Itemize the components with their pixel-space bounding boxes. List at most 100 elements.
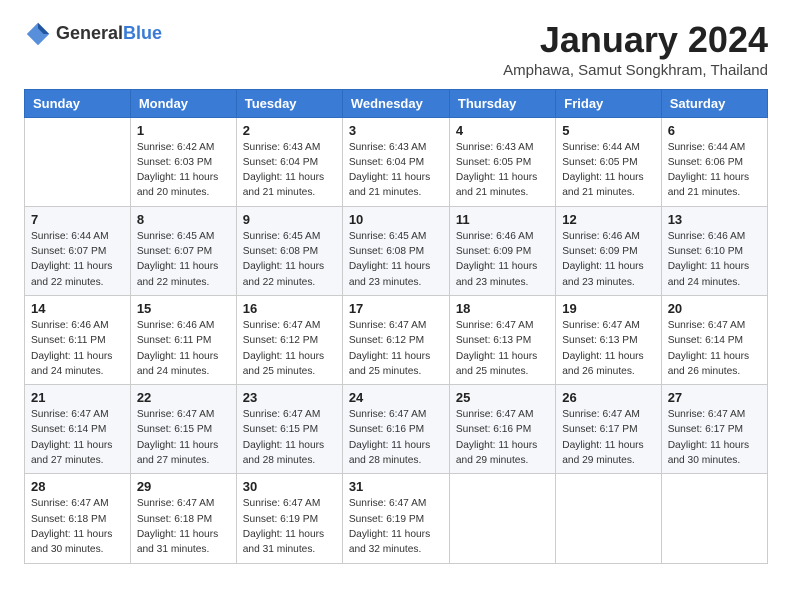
title-section: January 2024 Amphawa, Samut Songkhram, T… — [503, 20, 768, 79]
col-monday: Monday — [130, 89, 236, 117]
table-row: 29 Sunrise: 6:47 AM Sunset: 6:18 PM Dayli… — [130, 474, 236, 563]
day-number: 2 — [243, 123, 336, 138]
day-info: Sunrise: 6:47 AM Sunset: 6:16 PM Dayligh… — [349, 407, 443, 468]
table-row: 6 Sunrise: 6:44 AM Sunset: 6:06 PM Daylig… — [661, 117, 767, 206]
day-number: 4 — [456, 123, 549, 138]
day-info: Sunrise: 6:47 AM Sunset: 6:13 PM Dayligh… — [456, 318, 549, 379]
table-row: 12 Sunrise: 6:46 AM Sunset: 6:09 PM Dayli… — [556, 206, 661, 295]
day-info: Sunrise: 6:47 AM Sunset: 6:14 PM Dayligh… — [31, 407, 124, 468]
table-row: 1 Sunrise: 6:42 AM Sunset: 6:03 PM Daylig… — [130, 117, 236, 206]
calendar-header-row: Sunday Monday Tuesday Wednesday Thursday… — [25, 89, 768, 117]
table-row: 19 Sunrise: 6:47 AM Sunset: 6:13 PM Dayli… — [556, 295, 661, 384]
day-info: Sunrise: 6:47 AM Sunset: 6:18 PM Dayligh… — [31, 496, 124, 557]
day-number: 3 — [349, 123, 443, 138]
logo-blue: Blue — [123, 24, 162, 44]
calendar-week-row: 1 Sunrise: 6:42 AM Sunset: 6:03 PM Daylig… — [25, 117, 768, 206]
day-info: Sunrise: 6:42 AM Sunset: 6:03 PM Dayligh… — [137, 140, 230, 201]
col-sunday: Sunday — [25, 89, 131, 117]
day-number: 9 — [243, 212, 336, 227]
day-number: 25 — [456, 390, 549, 405]
day-info: Sunrise: 6:47 AM Sunset: 6:15 PM Dayligh… — [137, 407, 230, 468]
day-info: Sunrise: 6:47 AM Sunset: 6:17 PM Dayligh… — [562, 407, 654, 468]
page-header: General Blue January 2024 Amphawa, Samut… — [24, 20, 768, 79]
day-info: Sunrise: 6:47 AM Sunset: 6:19 PM Dayligh… — [349, 496, 443, 557]
day-info: Sunrise: 6:46 AM Sunset: 6:10 PM Dayligh… — [668, 229, 761, 290]
table-row: 8 Sunrise: 6:45 AM Sunset: 6:07 PM Daylig… — [130, 206, 236, 295]
table-row: 5 Sunrise: 6:44 AM Sunset: 6:05 PM Daylig… — [556, 117, 661, 206]
calendar-table: Sunday Monday Tuesday Wednesday Thursday… — [24, 89, 768, 564]
calendar-week-row: 14Sunrise: 6:46 AM Sunset: 6:11 PM Dayli… — [25, 295, 768, 384]
day-number: 11 — [456, 212, 549, 227]
calendar-week-row: 21 Sunrise: 6:47 AM Sunset: 6:14 PM Dayli… — [25, 385, 768, 474]
day-number: 14 — [31, 301, 124, 316]
table-row: 25Sunrise: 6:47 AM Sunset: 6:16 PM Dayli… — [449, 385, 555, 474]
day-number: 29 — [137, 479, 230, 494]
table-row: 21 Sunrise: 6:47 AM Sunset: 6:14 PM Dayli… — [25, 385, 131, 474]
table-row — [25, 117, 131, 206]
day-number: 10 — [349, 212, 443, 227]
day-number: 8 — [137, 212, 230, 227]
day-number: 28 — [31, 479, 124, 494]
col-thursday: Thursday — [449, 89, 555, 117]
day-number: 23 — [243, 390, 336, 405]
logo-general: General — [56, 24, 123, 44]
table-row: 17 Sunrise: 6:47 AM Sunset: 6:12 PM Dayli… — [342, 295, 449, 384]
table-row: 3Sunrise: 6:43 AM Sunset: 6:04 PM Daylig… — [342, 117, 449, 206]
day-info: Sunrise: 6:46 AM Sunset: 6:09 PM Dayligh… — [456, 229, 549, 290]
table-row: 28 Sunrise: 6:47 AM Sunset: 6:18 PM Dayli… — [25, 474, 131, 563]
table-row: 26Sunrise: 6:47 AM Sunset: 6:17 PM Dayli… — [556, 385, 661, 474]
day-info: Sunrise: 6:44 AM Sunset: 6:06 PM Dayligh… — [668, 140, 761, 201]
day-number: 20 — [668, 301, 761, 316]
day-number: 21 — [31, 390, 124, 405]
table-row: 31 Sunrise: 6:47 AM Sunset: 6:19 PM Dayli… — [342, 474, 449, 563]
day-info: Sunrise: 6:47 AM Sunset: 6:15 PM Dayligh… — [243, 407, 336, 468]
day-number: 15 — [137, 301, 230, 316]
table-row: 7Sunrise: 6:44 AM Sunset: 6:07 PM Daylig… — [25, 206, 131, 295]
table-row: 10 Sunrise: 6:45 AM Sunset: 6:08 PM Dayli… — [342, 206, 449, 295]
day-info: Sunrise: 6:47 AM Sunset: 6:14 PM Dayligh… — [668, 318, 761, 379]
day-info: Sunrise: 6:47 AM Sunset: 6:13 PM Dayligh… — [562, 318, 654, 379]
day-number: 31 — [349, 479, 443, 494]
day-info: Sunrise: 6:44 AM Sunset: 6:05 PM Dayligh… — [562, 140, 654, 201]
day-info: Sunrise: 6:45 AM Sunset: 6:08 PM Dayligh… — [349, 229, 443, 290]
logo-icon — [24, 20, 52, 48]
calendar-week-row: 28 Sunrise: 6:47 AM Sunset: 6:18 PM Dayli… — [25, 474, 768, 563]
day-number: 19 — [562, 301, 654, 316]
day-info: Sunrise: 6:43 AM Sunset: 6:05 PM Dayligh… — [456, 140, 549, 201]
day-info: Sunrise: 6:45 AM Sunset: 6:07 PM Dayligh… — [137, 229, 230, 290]
day-info: Sunrise: 6:46 AM Sunset: 6:09 PM Dayligh… — [562, 229, 654, 290]
day-number: 17 — [349, 301, 443, 316]
table-row: 2 Sunrise: 6:43 AM Sunset: 6:04 PM Daylig… — [236, 117, 342, 206]
day-number: 5 — [562, 123, 654, 138]
day-info: Sunrise: 6:47 AM Sunset: 6:12 PM Dayligh… — [349, 318, 443, 379]
day-info: Sunrise: 6:47 AM Sunset: 6:17 PM Dayligh… — [668, 407, 761, 468]
table-row: 22Sunrise: 6:47 AM Sunset: 6:15 PM Dayli… — [130, 385, 236, 474]
location-subtitle: Amphawa, Samut Songkhram, Thailand — [503, 62, 768, 79]
day-number: 7 — [31, 212, 124, 227]
table-row: 9Sunrise: 6:45 AM Sunset: 6:08 PM Daylig… — [236, 206, 342, 295]
day-number: 6 — [668, 123, 761, 138]
col-friday: Friday — [556, 89, 661, 117]
month-title: January 2024 — [503, 20, 768, 60]
table-row: 18 Sunrise: 6:47 AM Sunset: 6:13 PM Dayli… — [449, 295, 555, 384]
table-row — [449, 474, 555, 563]
col-wednesday: Wednesday — [342, 89, 449, 117]
day-number: 1 — [137, 123, 230, 138]
logo: General Blue — [24, 20, 162, 48]
calendar-week-row: 7Sunrise: 6:44 AM Sunset: 6:07 PM Daylig… — [25, 206, 768, 295]
day-info: Sunrise: 6:47 AM Sunset: 6:18 PM Dayligh… — [137, 496, 230, 557]
day-number: 27 — [668, 390, 761, 405]
table-row: 11 Sunrise: 6:46 AM Sunset: 6:09 PM Dayli… — [449, 206, 555, 295]
day-number: 30 — [243, 479, 336, 494]
table-row: 16Sunrise: 6:47 AM Sunset: 6:12 PM Dayli… — [236, 295, 342, 384]
table-row: 14Sunrise: 6:46 AM Sunset: 6:11 PM Dayli… — [25, 295, 131, 384]
day-info: Sunrise: 6:43 AM Sunset: 6:04 PM Dayligh… — [243, 140, 336, 201]
day-number: 13 — [668, 212, 761, 227]
table-row — [661, 474, 767, 563]
day-number: 18 — [456, 301, 549, 316]
table-row — [556, 474, 661, 563]
day-number: 12 — [562, 212, 654, 227]
day-info: Sunrise: 6:47 AM Sunset: 6:19 PM Dayligh… — [243, 496, 336, 557]
table-row: 30 Sunrise: 6:47 AM Sunset: 6:19 PM Dayli… — [236, 474, 342, 563]
table-row: 24Sunrise: 6:47 AM Sunset: 6:16 PM Dayli… — [342, 385, 449, 474]
